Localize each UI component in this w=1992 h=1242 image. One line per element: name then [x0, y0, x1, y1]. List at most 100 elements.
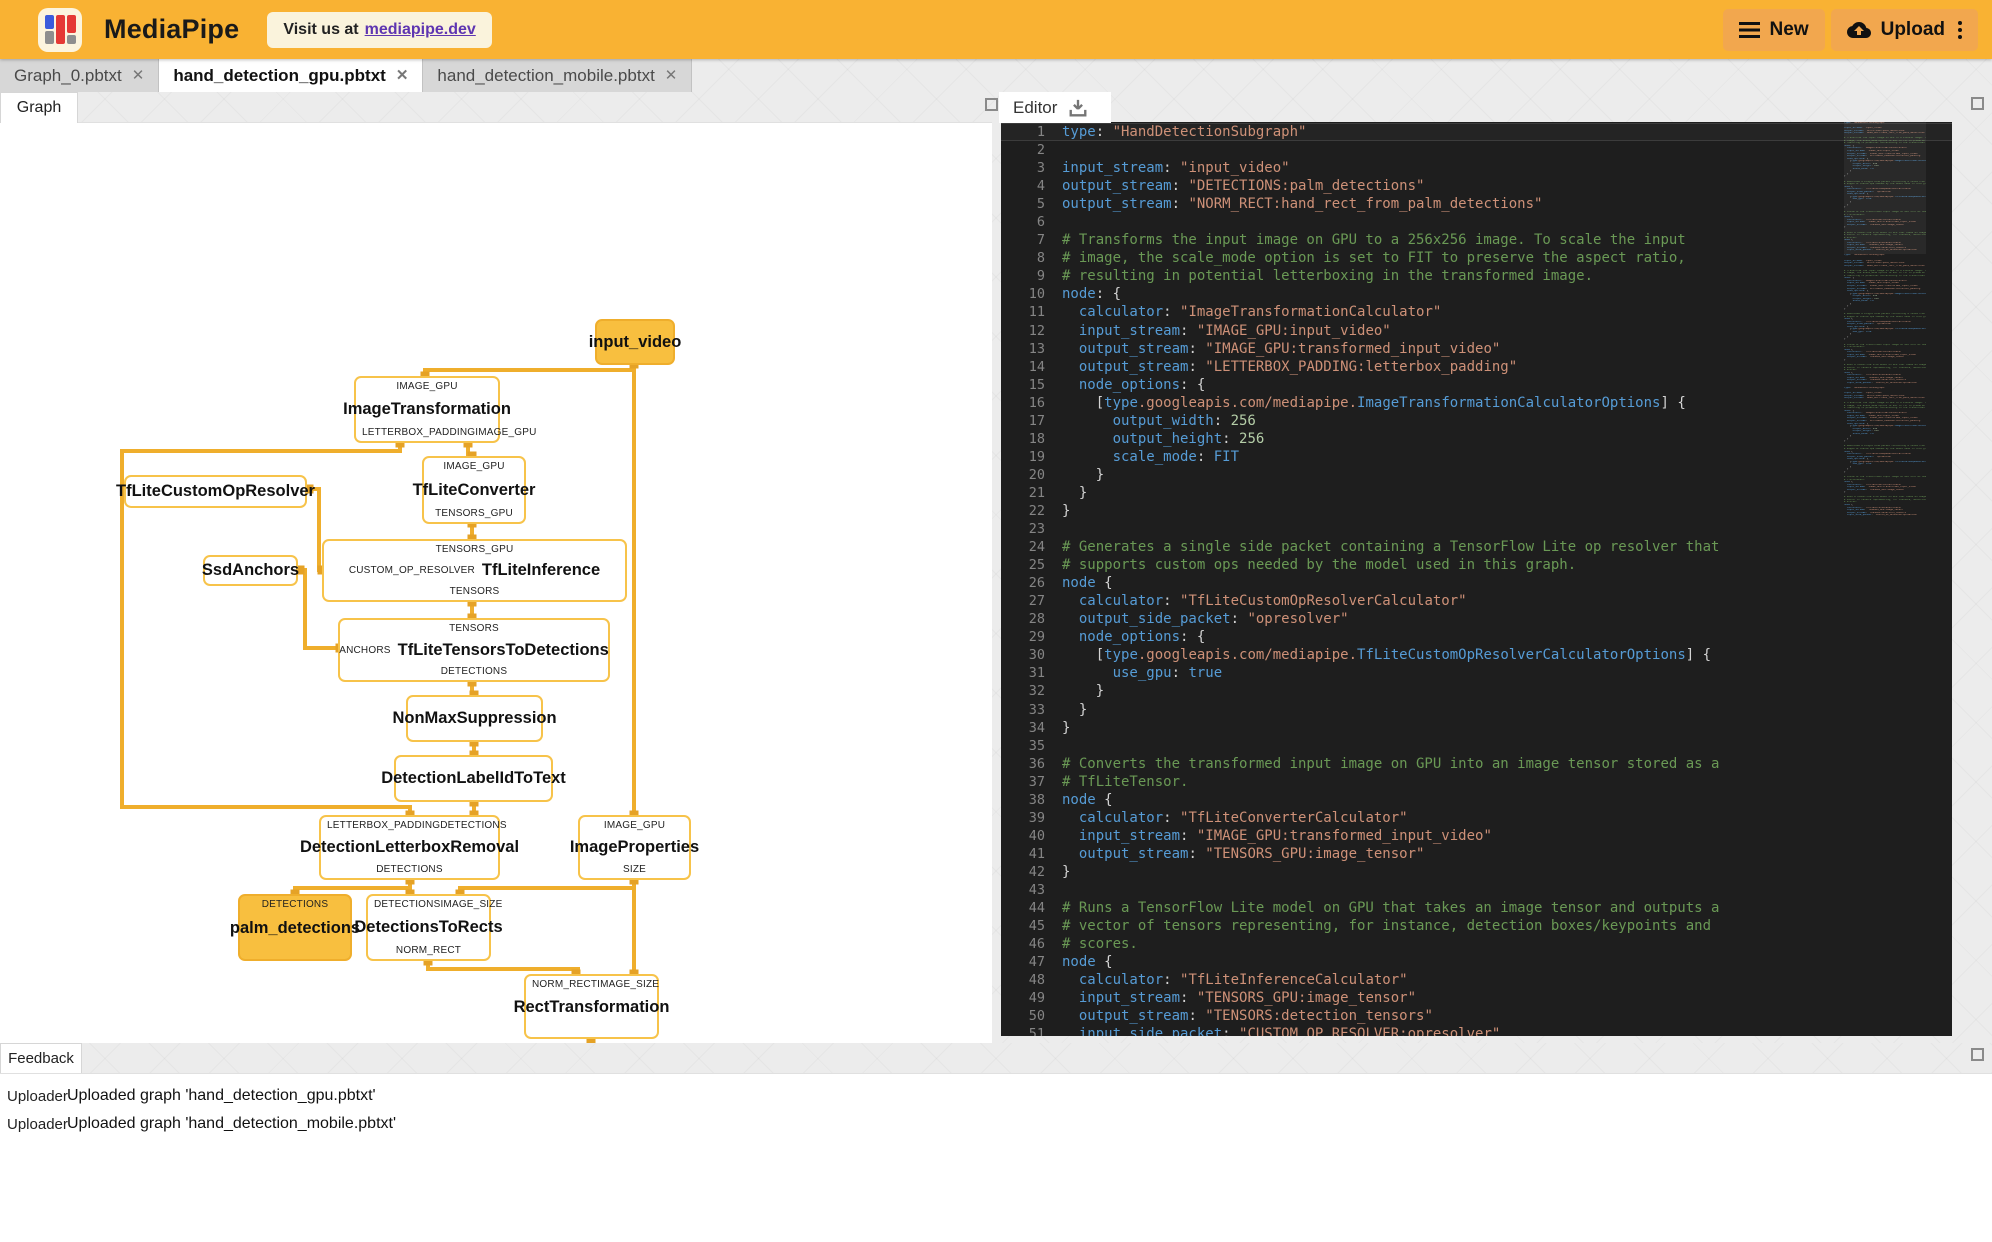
minimap-token: }: [1844, 338, 1846, 341]
upload-button[interactable]: Upload: [1830, 8, 1978, 51]
file-tab-hand_detection_mobile.pbtxt[interactable]: hand_detection_mobile.pbtxt ✕: [423, 59, 693, 92]
minimap-slider[interactable]: [1844, 122, 1926, 254]
code-line: 14 output_stream: "LETTERBOX_PADDING:let…: [1001, 358, 1845, 376]
file-tab-Graph_0.pbtxt[interactable]: Graph_0.pbtxt ✕: [0, 59, 160, 92]
code-token: output_stream: [1062, 196, 1172, 213]
node-input-ports: TENSORS: [340, 620, 608, 634]
code-editor[interactable]: 1 type: "HandDetectionSubgraph" 2 3 input_st…: [1001, 122, 1952, 1036]
port-label: IMAGE_GPU: [443, 461, 505, 472]
file-tab-hand_detection_gpu.pbtxt[interactable]: hand_detection_gpu.pbtxt ✕: [159, 59, 424, 92]
close-tab-icon[interactable]: ✕: [132, 68, 145, 83]
graph-node-TfLiteInference[interactable]: TENSORS_GPU CUSTOM_OP_RESOLVER TfLiteInfer…: [322, 539, 627, 602]
code-token: node: [1062, 575, 1096, 592]
tab-feedback[interactable]: Feedback: [0, 1043, 82, 1073]
graph-node-TfLiteTensorsToDetections[interactable]: TENSORS ANCHORS TfLiteTensorsToDetections D…: [338, 618, 610, 682]
graph-node-input_video[interactable]: input_video: [589, 319, 681, 365]
close-tab-icon[interactable]: ✕: [396, 68, 409, 83]
port-label: IMAGE_GPU: [396, 381, 458, 392]
code-line: 29 node_options: {: [1001, 628, 1845, 646]
graph-node-TfLiteConverter[interactable]: IMAGE_GPU TfLiteConverter TENSORS_GPU: [413, 456, 536, 524]
graph-node-ImageProperties[interactable]: IMAGE_GPU ImageProperties SIZE: [570, 815, 699, 880]
code-text: # Converts the transformed input image o…: [1062, 755, 1719, 773]
minimap-token: "TENSORS_GPU:image_tensor": [1868, 356, 1906, 359]
code-line: 3 input_stream: "input_video": [1001, 159, 1845, 177]
code-line: 34}: [1001, 719, 1845, 737]
code-token: :: [1188, 1008, 1206, 1025]
kebab-menu-icon[interactable]: [1958, 18, 1962, 42]
code-line: 6: [1001, 213, 1845, 231]
node-input-ports: IMAGE_GPU: [424, 458, 524, 472]
code-token: calculator: [1062, 593, 1164, 610]
close-tab-icon[interactable]: ✕: [665, 68, 678, 83]
graph-node-DetectionsToRects[interactable]: DETECTIONS IMAGE_SIZE DetectionsToRects NOR…: [354, 894, 503, 961]
code-text: node {: [1062, 791, 1113, 809]
node-output-ports: DETECTIONS: [321, 864, 498, 878]
feedback-row: Uploader Uploaded graph 'hand_detection_m…: [0, 1110, 1992, 1138]
node-title-row: NonMaxSuppression: [392, 697, 556, 740]
expand-editor-pane-icon[interactable]: [1971, 97, 1984, 110]
code-text: output_width: 256: [1062, 412, 1256, 430]
minimap-line: input_side_packet: "CUSTOM_OP_RESOLVER:o…: [1844, 382, 1926, 385]
port-label: ANCHORS: [339, 644, 391, 656]
expand-graph-pane-icon[interactable]: [985, 98, 998, 111]
minimap-line: # supports custom ops needed by the mode…: [1844, 316, 1926, 319]
code-token: "ImageTransformationCalculator": [1180, 304, 1442, 321]
minimap-token: "LETTERBOX_PADDING:letterbox_padding": [1868, 287, 1922, 290]
code-token: node_options: [1062, 629, 1181, 646]
line-number: 39: [1028, 809, 1045, 826]
minimap-line: input_side_packet: "CUSTOM_OP_RESOLVER:o…: [1844, 514, 1926, 517]
graph-node-TfLiteCustomOpResolver[interactable]: TfLiteCustomOpResolver: [116, 475, 315, 508]
graph-node-palm_detections[interactable]: DETECTIONS palm_detections: [230, 894, 360, 961]
code-line: 26 node {: [1001, 574, 1845, 592]
port-label: TENSORS: [449, 586, 500, 597]
code-text: }: [1062, 701, 1087, 719]
line-number: 1: [1036, 124, 1045, 140]
code-token: node: [1062, 791, 1096, 808]
line-number: 35: [1028, 737, 1045, 754]
graph-node-RectTransformation[interactable]: NORM_RECT IMAGE_SIZE RectTransformation: [514, 974, 669, 1039]
line-number: 2: [1036, 142, 1045, 159]
expand-feedback-pane-icon[interactable]: [1971, 1048, 1984, 1061]
node-title-row: TfLiteConverter: [413, 481, 536, 500]
graph-node-NonMaxSuppression[interactable]: NonMaxSuppression: [392, 695, 557, 742]
minimap[interactable]: type: "HandDetectionSubgraph" input_strea…: [1844, 122, 1926, 1036]
code-line: 18 output_height: 256: [1001, 430, 1845, 448]
code-token: }: [1062, 484, 1088, 501]
code-token: "DETECTIONS:palm_detections": [1188, 178, 1425, 195]
minimap-token: "NORM_RECT:hand_rect_from_palm_detection…: [1865, 397, 1926, 400]
line-number: 30: [1028, 647, 1045, 664]
line-number: 9: [1036, 268, 1045, 285]
code-token: # Generates a single side packet contain…: [1062, 539, 1720, 556]
code-text: type: "HandDetectionSubgraph": [1062, 123, 1306, 141]
port-label: DETECTIONS: [374, 899, 441, 910]
graph-node-DetectionLetterboxRemoval[interactable]: LETTERBOX_PADDING DETECTIONS DetectionLett…: [300, 815, 519, 880]
code-token: :: [1163, 304, 1181, 321]
visit-link[interactable]: mediapipe.dev: [365, 21, 476, 39]
tab-graph[interactable]: Graph: [0, 92, 78, 123]
code-line: 9 # resulting in potential letterboxing i…: [1001, 267, 1845, 285]
code-line: 50 output_stream: "TENSORS:detection_ten…: [1001, 1007, 1845, 1025]
new-button[interactable]: New: [1722, 8, 1825, 51]
graph-node-DetectionLabelIdToText[interactable]: DetectionLabelIdToText: [381, 755, 566, 802]
code-token: "opresolver": [1247, 611, 1349, 628]
feedback-source: Uploader: [7, 1115, 68, 1133]
minimap-token: # resulting in potential letterboxing in…: [1844, 274, 1926, 277]
graph-node-ImageTransformation[interactable]: IMAGE_GPU ImageTransformation LETTERBOX_PA…: [343, 376, 536, 443]
node-output-ports: TENSORS: [324, 586, 625, 600]
code-token: input_side_packet: [1062, 1026, 1223, 1036]
code-token: :: [1222, 430, 1240, 447]
port-label: NORM_RECT: [532, 979, 598, 990]
tab-editor[interactable]: Editor: [999, 92, 1111, 123]
code-token: ] {: [1685, 647, 1712, 664]
line-number: 26: [1028, 575, 1045, 592]
minimap-token: 256: [1874, 430, 1879, 433]
download-icon[interactable]: [1067, 98, 1089, 118]
code-area[interactable]: 1 type: "HandDetectionSubgraph" 2 3 input_st…: [1001, 123, 1952, 1036]
line-number: 27: [1028, 593, 1045, 610]
code-line: 32 }: [1001, 682, 1845, 700]
code-token: # Runs a TensorFlow Lite model on GPU th…: [1062, 900, 1720, 917]
feedback-row: Uploader Uploaded graph 'hand_detection_g…: [0, 1082, 1992, 1110]
graph-node-SsdAnchors[interactable]: SsdAnchors: [202, 555, 299, 586]
code-text: # scores.: [1062, 935, 1138, 953]
graph-canvas[interactable]: input_video IMAGE_GPU ImageTransformation L…: [0, 122, 992, 1043]
